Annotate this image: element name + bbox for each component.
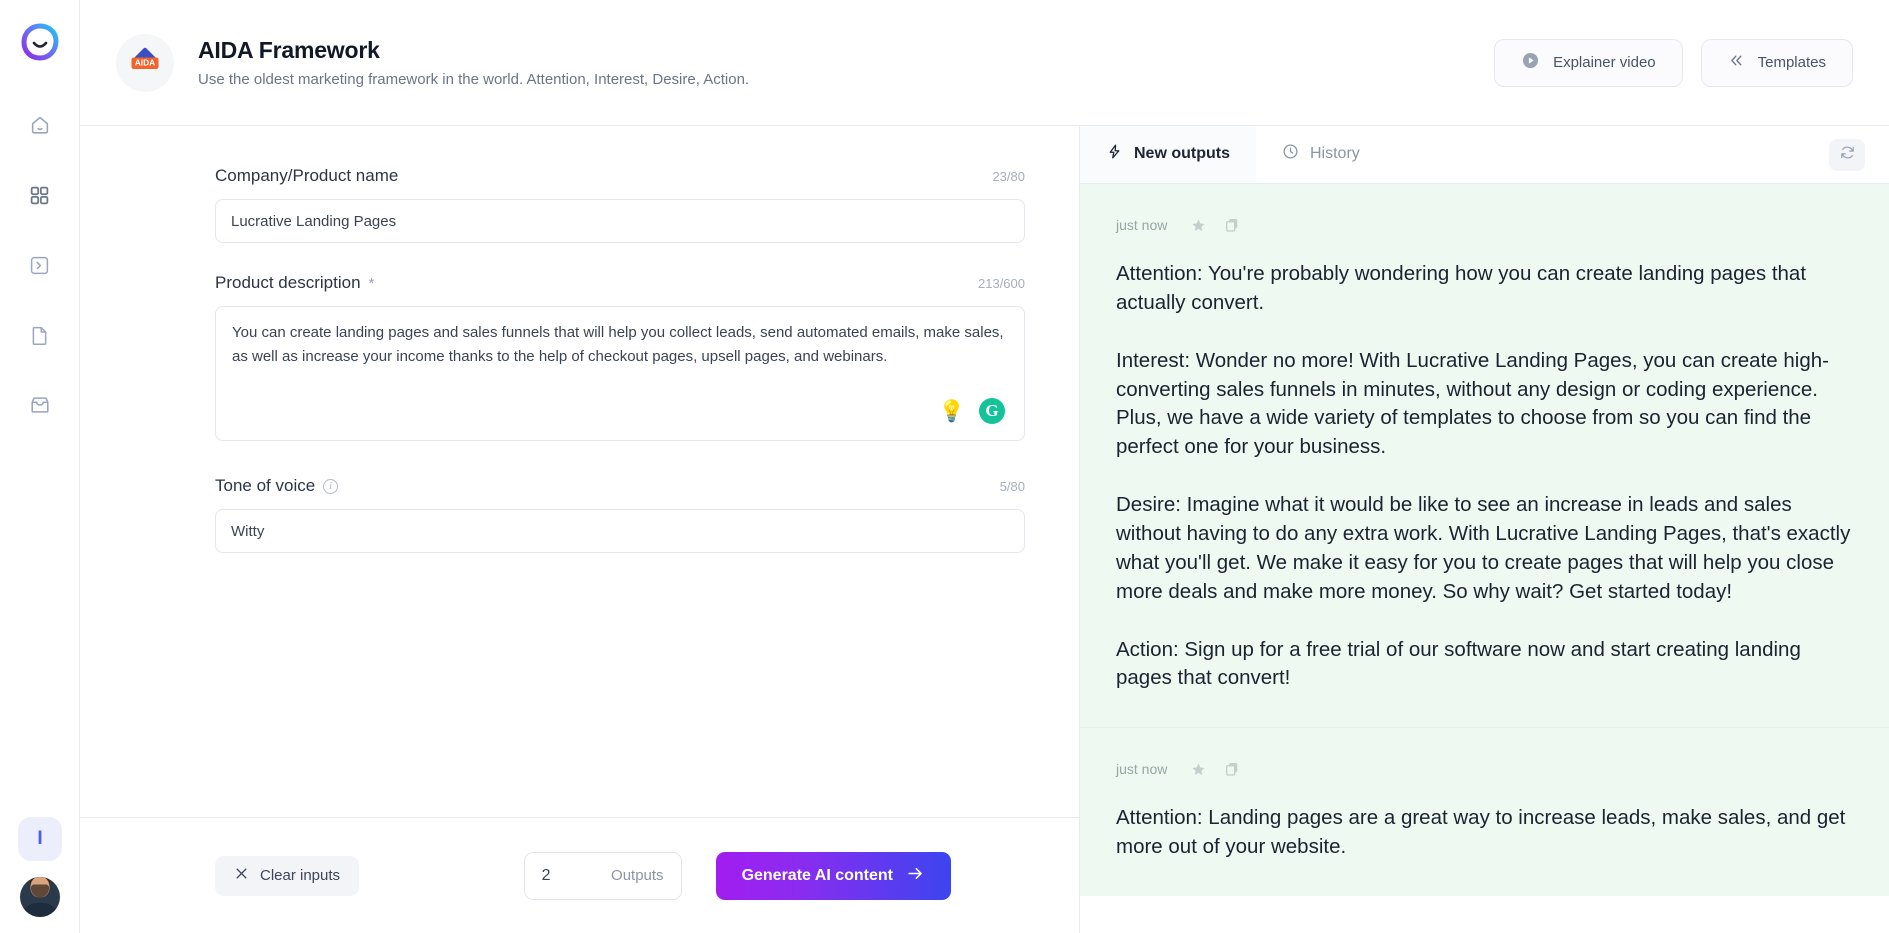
required-marker: * (368, 274, 375, 292)
arrow-right-icon (906, 864, 925, 888)
field-label-text: Tone of voice (215, 476, 316, 495)
grammarly-icon[interactable]: G (979, 398, 1005, 424)
form-fields: Company/Product name 23/80 Product descr… (80, 126, 1079, 817)
grid-icon (29, 185, 50, 206)
outputs-count-value: 2 (541, 866, 551, 884)
char-counter: 213/600 (978, 276, 1025, 291)
field-label: Tone of voice i (215, 476, 339, 496)
output-card: just now (1080, 184, 1889, 728)
sidebar: I (0, 0, 80, 933)
output-text: Attention: You're probably wondering how… (1116, 262, 1851, 690)
sidebar-nav (20, 108, 60, 422)
avatar-body (21, 903, 59, 917)
refresh-icon (1839, 144, 1856, 166)
aida-template-icon: AIDA (116, 33, 174, 92)
page-header: AIDA AIDA Framework Use the oldest marke… (80, 0, 1889, 126)
outputs-tabs: New outputs History (1080, 126, 1889, 184)
copy-icon[interactable] (1219, 756, 1245, 782)
page-subtitle: Use the oldest marketing framework in th… (198, 71, 750, 88)
tab-history-label: History (1310, 144, 1360, 162)
home-icon (29, 114, 51, 136)
textarea-icons: 💡 G (939, 398, 1005, 424)
lightning-icon (1106, 143, 1123, 165)
clear-inputs-label: Clear inputs (260, 867, 341, 884)
company-product-name-input[interactable] (215, 199, 1025, 243)
svg-text:AIDA: AIDA (135, 57, 155, 67)
tone-of-voice-input[interactable] (215, 509, 1025, 553)
char-counter: 23/80 (992, 169, 1025, 184)
close-icon (234, 866, 249, 885)
avatar[interactable] (20, 877, 60, 917)
clock-icon (1282, 143, 1299, 165)
inbox-icon (29, 394, 51, 416)
terminal-icon (29, 255, 50, 276)
sidebar-item-documents[interactable] (20, 318, 60, 352)
main-area: AIDA AIDA Framework Use the oldest marke… (80, 0, 1889, 933)
form-action-bar: Clear inputs 2 Outputs Generate AI conte… (80, 817, 1079, 933)
input-form-panel: Company/Product name 23/80 Product descr… (80, 126, 1080, 933)
generate-label: Generate AI content (741, 866, 893, 884)
explainer-video-label: Explainer video (1553, 54, 1656, 71)
field-header: Product description * 213/600 (215, 273, 1025, 293)
field-label: Company/Product name (215, 166, 399, 185)
output-card-meta: just now (1116, 212, 1853, 238)
field-label: Product description * (215, 273, 374, 293)
document-icon (29, 325, 50, 346)
lightbulb-icon[interactable]: 💡 (939, 401, 965, 422)
templates-label: Templates (1757, 54, 1826, 71)
app-root: I AIDA AIDA Framework Use the oldest mar… (0, 0, 1889, 933)
page-title: AIDA Framework (198, 37, 380, 63)
star-icon[interactable] (1185, 212, 1211, 238)
product-description-textarea[interactable] (215, 306, 1025, 441)
field-label-text: Product description (215, 273, 361, 292)
output-timestamp: just now (1116, 217, 1168, 233)
content-body: Company/Product name 23/80 Product descr… (80, 126, 1889, 933)
clear-inputs-button[interactable]: Clear inputs (215, 855, 360, 896)
header-text: AIDA Framework Use the oldest marketing … (198, 37, 1494, 88)
refresh-outputs-button[interactable] (1829, 138, 1865, 171)
sidebar-bottom: I (0, 817, 80, 917)
output-text: Attention: Landing pages are a great way… (1116, 806, 1852, 859)
outputs-count-stepper[interactable]: 2 Outputs (523, 851, 682, 900)
sidebar-item-inbox[interactable] (20, 388, 60, 422)
explainer-video-button[interactable]: Explainer video (1494, 38, 1683, 87)
sidebar-item-home[interactable] (20, 108, 60, 142)
info-icon[interactable]: i (323, 478, 339, 494)
tab-new-outputs[interactable]: New outputs (1080, 126, 1256, 183)
tab-new-outputs-label: New outputs (1134, 144, 1230, 162)
textarea-wrapper: 💡 G (215, 306, 1025, 446)
play-circle-icon (1521, 51, 1540, 74)
field-header: Company/Product name 23/80 (215, 166, 1025, 186)
chevron-double-left-icon (1728, 52, 1745, 73)
workspace-badge[interactable]: I (18, 817, 62, 861)
copy-icon[interactable] (1219, 212, 1245, 238)
field-company-product-name: Company/Product name 23/80 (215, 166, 1025, 243)
sidebar-item-apps[interactable] (20, 178, 60, 212)
field-product-description: Product description * 213/600 💡 G (215, 273, 1025, 446)
sidebar-item-console[interactable] (20, 248, 60, 282)
outputs-list: just now Attention: You're probably wond… (1080, 184, 1889, 933)
output-card-meta: just now (1116, 756, 1853, 782)
field-header: Tone of voice i 5/80 (215, 476, 1025, 496)
output-timestamp: just now (1116, 761, 1168, 778)
outputs-count-label: Outputs (611, 867, 664, 884)
templates-button[interactable]: Templates (1700, 38, 1853, 87)
output-card: just now (1080, 727, 1889, 897)
app-logo[interactable] (20, 22, 60, 62)
header-actions: Explainer video Templates (1494, 38, 1853, 87)
tab-history[interactable]: History (1256, 126, 1386, 183)
field-tone-of-voice: Tone of voice i 5/80 (215, 476, 1025, 553)
generate-ai-content-button[interactable]: Generate AI content (715, 851, 951, 900)
star-icon[interactable] (1185, 756, 1211, 782)
outputs-panel: New outputs History just now Attention: … (1080, 126, 1889, 933)
char-counter: 5/80 (999, 479, 1025, 494)
